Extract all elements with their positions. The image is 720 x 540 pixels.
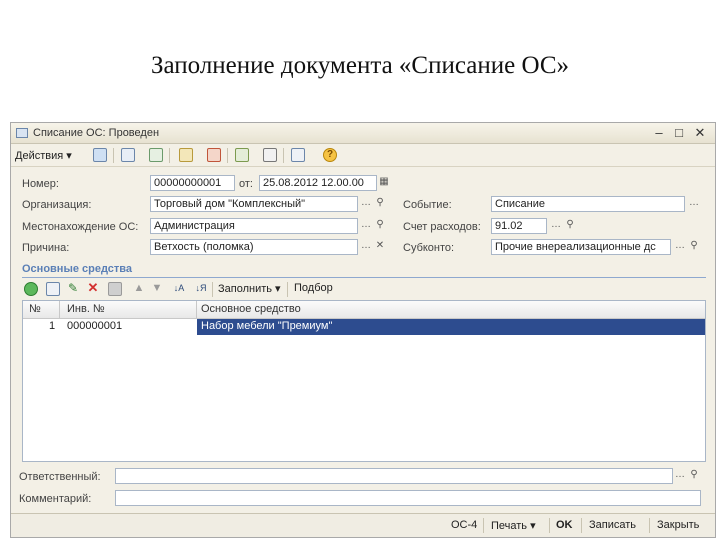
location-select-button[interactable]: …: [359, 218, 373, 234]
account-search-icon[interactable]: ⚲: [563, 218, 577, 234]
sort-ascending-icon[interactable]: ↓А: [172, 282, 186, 296]
column-asset[interactable]: Основное средство: [201, 303, 301, 315]
comment-label: Комментарий:: [19, 493, 92, 505]
add-row-icon[interactable]: [24, 282, 38, 296]
number-field[interactable]: 00000000001: [150, 175, 235, 191]
assets-toolbar: ✎ ✕ ▲ ▼ ↓А ↓Я Заполнить ▾ Подбор: [22, 279, 706, 299]
assets-table[interactable]: № Инв. № Основное средство 1 000000001 Н…: [22, 300, 706, 462]
subconto-field[interactable]: Прочие внереализационные дс: [491, 239, 671, 255]
close-window-button[interactable]: ✕: [692, 125, 708, 140]
reason-field[interactable]: Ветхость (поломка): [150, 239, 358, 255]
table-row[interactable]: 1 000000001 Набор мебели "Премиум": [23, 319, 705, 335]
window-title: Списание ОС: Проведен: [33, 127, 160, 139]
responsible-search-icon[interactable]: ⚲: [687, 468, 701, 484]
organization-search-icon[interactable]: ⚲: [373, 196, 387, 212]
close-button[interactable]: Закрыть: [657, 519, 699, 531]
section-divider: [22, 277, 706, 278]
window-titlebar: Списание ОС: Проведен – □ ✕: [11, 123, 715, 144]
structure-icon[interactable]: [235, 148, 249, 162]
main-toolbar: Действия ▾ ?: [11, 144, 715, 167]
date-label: от:: [239, 178, 253, 190]
edit-row-icon[interactable]: ✎: [66, 282, 80, 296]
reason-label: Причина:: [22, 242, 70, 254]
maximize-button[interactable]: □: [671, 125, 687, 140]
assets-section-title: Основные средства: [22, 263, 133, 275]
slide-title: Заполнение документа «Списание ОС»: [150, 52, 570, 79]
help-icon[interactable]: ?: [323, 148, 337, 162]
location-field[interactable]: Администрация: [150, 218, 358, 234]
expense-account-field[interactable]: 91.02: [491, 218, 547, 234]
subconto-label: Субконто:: [403, 242, 455, 254]
save-button[interactable]: Записать: [589, 519, 636, 531]
responsible-label: Ответственный:: [19, 471, 101, 483]
pick-button[interactable]: Подбор: [294, 282, 333, 294]
location-search-icon[interactable]: ⚲: [373, 218, 387, 234]
event-field[interactable]: Списание: [491, 196, 685, 212]
responsible-select-button[interactable]: …: [673, 468, 687, 484]
copy-icon[interactable]: [121, 148, 135, 162]
list-icon[interactable]: [291, 148, 305, 162]
subconto-search-icon[interactable]: ⚲: [687, 239, 701, 255]
cell-asset: Набор мебели "Премиум": [201, 320, 333, 332]
organization-field[interactable]: Торговый дом "Комплексный": [150, 196, 358, 212]
move-up-icon[interactable]: ▲: [132, 282, 146, 296]
delete-row-icon[interactable]: ✕: [86, 281, 100, 296]
actions-menu[interactable]: Действия ▾: [15, 149, 72, 162]
comment-field[interactable]: [115, 490, 701, 506]
calendar-icon[interactable]: ▦: [377, 175, 391, 191]
cell-number: 1: [49, 320, 56, 332]
location-label: Местонахождение ОС:: [22, 221, 139, 233]
reason-select-button[interactable]: …: [359, 239, 373, 255]
event-label: Событие:: [403, 199, 452, 211]
expense-account-label: Счет расходов:: [403, 221, 481, 233]
responsible-field[interactable]: [115, 468, 673, 484]
end-edit-icon[interactable]: [108, 282, 122, 296]
ok-button[interactable]: OK: [556, 519, 573, 531]
organization-select-button[interactable]: …: [359, 196, 373, 212]
cell-inventory-number: 000000001: [67, 320, 123, 332]
add-icon[interactable]: [93, 148, 107, 162]
move-down-icon[interactable]: ▼: [150, 282, 164, 296]
date-field[interactable]: 25.08.2012 12.00.00: [259, 175, 377, 191]
os4-form-button[interactable]: ОС-4: [451, 519, 477, 531]
table-header: № Инв. № Основное средство: [23, 301, 705, 319]
edit-icon[interactable]: [149, 148, 163, 162]
reason-clear-icon[interactable]: ✕: [373, 239, 387, 255]
account-select-button[interactable]: …: [549, 218, 563, 234]
save-icon[interactable]: [179, 148, 193, 162]
column-number[interactable]: №: [29, 303, 41, 315]
journal-icon[interactable]: [263, 148, 277, 162]
organization-label: Организация:: [22, 199, 92, 211]
sort-descending-icon[interactable]: ↓Я: [194, 282, 208, 296]
bottom-bar: ОС-4 Печать ▾ OK Записать Закрыть: [11, 513, 715, 537]
document-window: Списание ОС: Проведен – □ ✕ Действия ▾ ?…: [10, 122, 716, 538]
event-select-button[interactable]: …: [687, 196, 701, 212]
document-icon: [16, 128, 28, 138]
print-button[interactable]: Печать ▾: [491, 519, 536, 532]
subconto-select-button[interactable]: …: [673, 239, 687, 255]
post-icon[interactable]: [207, 148, 221, 162]
fill-button[interactable]: Заполнить ▾: [218, 282, 281, 295]
copy-row-icon[interactable]: [46, 282, 60, 296]
number-label: Номер:: [22, 178, 59, 190]
column-inventory-number[interactable]: Инв. №: [67, 303, 105, 315]
minimize-button[interactable]: –: [651, 125, 667, 140]
